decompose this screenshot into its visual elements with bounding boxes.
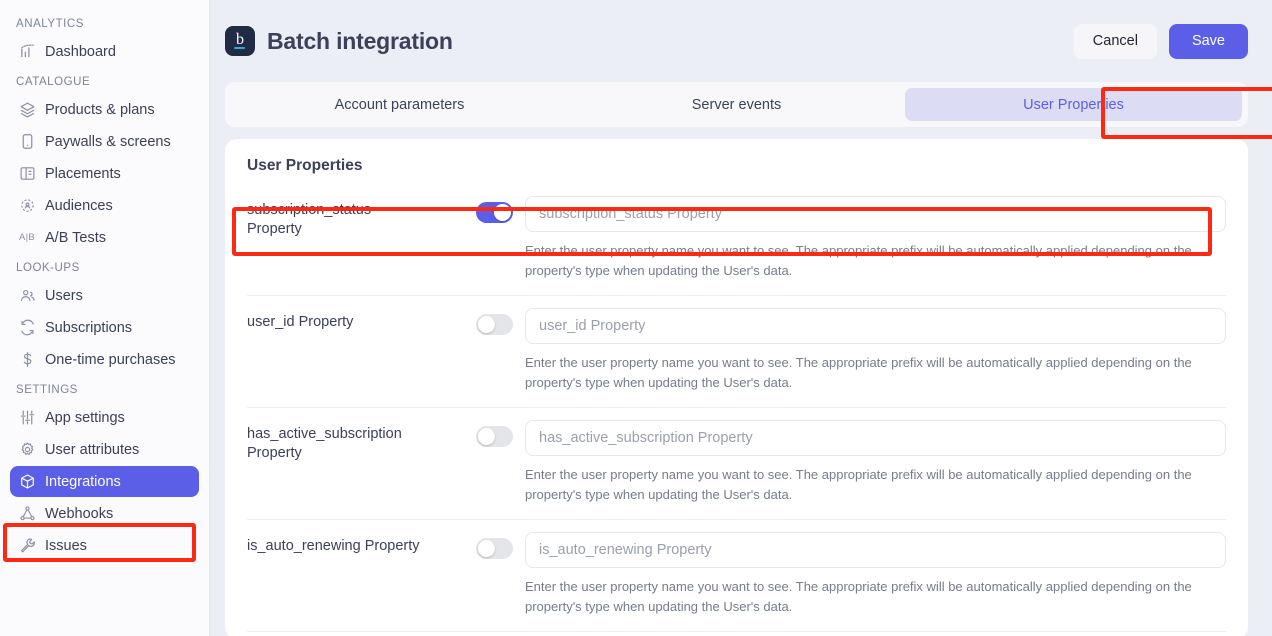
property-row-left: is_auto_renewing Property [247, 532, 525, 559]
property-name-input[interactable] [525, 196, 1226, 232]
property-row-left: subscription_status Property [247, 196, 525, 239]
sidebar-item-label: Placements [45, 165, 121, 182]
property-toggle[interactable] [476, 426, 513, 447]
sidebar-item-label: Issues [45, 537, 87, 554]
sidebar-item-placements[interactable]: Placements [10, 158, 199, 189]
sidebar-item-label: A/B Tests [45, 229, 106, 246]
sidebar-item-label: Webhooks [45, 505, 114, 522]
top-bar-actions: Cancel Save [1073, 23, 1248, 59]
property-toggle[interactable] [476, 314, 513, 335]
save-button[interactable]: Save [1168, 23, 1248, 59]
app-root: ANALYTICS Dashboard CATALOGUE Products &… [0, 0, 1272, 636]
cube-icon [18, 473, 36, 491]
layers-icon [18, 101, 36, 119]
sliders-icon [18, 409, 36, 427]
sidebar-item-products-plans[interactable]: Products & plans [10, 94, 199, 125]
property-label: subscription_status Property [247, 202, 372, 237]
logo-underline [234, 47, 245, 49]
wrench-icon [18, 537, 36, 555]
sidebar-item-subscriptions[interactable]: Subscriptions [10, 312, 199, 343]
sidebar-section-lookups: LOOK-UPS [16, 262, 80, 274]
batch-logo-icon: b [225, 26, 255, 56]
mobile-screen-icon [18, 133, 36, 151]
property-row: subscription_status Property Enter the u… [247, 193, 1226, 295]
users-icon [18, 287, 36, 305]
property-row-left: has_active_subscription Property [247, 420, 525, 463]
brand: b Batch integration [225, 26, 453, 56]
sidebar-item-paywalls-screens[interactable]: Paywalls & screens [10, 126, 199, 157]
sidebar: ANALYTICS Dashboard CATALOGUE Products &… [0, 0, 210, 636]
property-help-text: Enter the user property name you want to… [525, 467, 1192, 502]
sidebar-item-webhooks[interactable]: Webhooks [10, 498, 199, 529]
toggle-knob [478, 540, 495, 557]
property-label: user_id Property [247, 314, 354, 330]
toggle-knob [494, 204, 511, 221]
ab-test-icon: A|B [18, 232, 36, 243]
page-title: Batch integration [267, 27, 453, 54]
toggle-knob [478, 316, 495, 333]
property-row: has_active_subscription Property Enter t… [247, 407, 1226, 519]
property-toggle[interactable] [476, 202, 513, 223]
property-toggle[interactable] [476, 538, 513, 559]
audience-target-icon [18, 197, 36, 215]
sidebar-item-ab-tests[interactable]: A|B A/B Tests [10, 222, 199, 253]
gear-icon [18, 441, 36, 459]
property-row-right: Enter the user property name you want to… [525, 420, 1226, 505]
sidebar-item-label: Users [45, 287, 83, 304]
sidebar-item-label: Dashboard [45, 43, 116, 60]
sidebar-item-label: Audiences [45, 197, 113, 214]
tab-account-parameters[interactable]: Account parameters [231, 88, 568, 121]
property-row: user_id Property Enter the user property… [247, 295, 1226, 407]
sidebar-item-label: App settings [45, 409, 125, 426]
layout-panel-icon [18, 165, 36, 183]
property-help-text: Enter the user property name you want to… [525, 579, 1192, 614]
sidebar-item-label: Paywalls & screens [45, 133, 171, 150]
main-content: b Batch integration Cancel Save Account … [210, 0, 1272, 636]
property-name-input[interactable] [525, 420, 1226, 456]
sidebar-item-issues[interactable]: Issues [10, 530, 199, 561]
logo-letter: b [236, 31, 244, 48]
property-label: has_active_subscription Property [247, 426, 402, 461]
sidebar-item-one-time-purchases[interactable]: One-time purchases [10, 344, 199, 375]
property-row-right: Enter the user property name you want to… [525, 196, 1226, 281]
bar-chart-icon [18, 43, 36, 61]
sidebar-section-analytics: ANALYTICS [16, 18, 85, 30]
sidebar-item-label: Subscriptions [45, 319, 133, 336]
property-row-left: user_id Property [247, 308, 525, 335]
property-row-right: Enter the user property name you want to… [525, 308, 1226, 393]
property-label: is_auto_renewing Property [247, 538, 420, 554]
refresh-cycle-icon [18, 319, 36, 337]
tab-bar: Account parameters Server events User Pr… [225, 82, 1248, 127]
sidebar-section-catalogue: CATALOGUE [16, 76, 91, 88]
cancel-button[interactable]: Cancel [1073, 23, 1157, 59]
top-bar: b Batch integration Cancel Save [210, 0, 1272, 82]
tab-server-events[interactable]: Server events [568, 88, 905, 121]
property-row-right: Enter the user property name you want to… [525, 532, 1226, 617]
sidebar-item-user-attributes[interactable]: User attributes [10, 434, 199, 465]
panel-title: User Properties [247, 157, 363, 174]
toggle-knob [478, 428, 495, 445]
property-help-text: Enter the user property name you want to… [525, 243, 1192, 278]
property-row: is_in_billing_retry Property Enter the u… [247, 631, 1226, 636]
sidebar-item-label: One-time purchases [45, 351, 176, 368]
user-properties-card: User Properties subscription_status Prop… [225, 139, 1248, 636]
sidebar-item-users[interactable]: Users [10, 280, 199, 311]
sidebar-item-app-settings[interactable]: App settings [10, 402, 199, 433]
sidebar-item-label: User attributes [45, 441, 140, 458]
sidebar-item-audiences[interactable]: Audiences [10, 190, 199, 221]
sidebar-item-dashboard[interactable]: Dashboard [10, 36, 199, 67]
property-name-input[interactable] [525, 308, 1226, 344]
webhook-icon [18, 505, 36, 523]
tab-user-properties[interactable]: User Properties [905, 88, 1242, 121]
property-name-input[interactable] [525, 532, 1226, 568]
sidebar-item-label: Integrations [45, 473, 121, 490]
property-row: is_auto_renewing Property Enter the user… [247, 519, 1226, 631]
sidebar-item-label: Products & plans [45, 101, 155, 118]
dollar-icon [18, 351, 36, 369]
property-help-text: Enter the user property name you want to… [525, 355, 1192, 390]
sidebar-section-settings: SETTINGS [16, 384, 78, 396]
sidebar-item-integrations[interactable]: Integrations [10, 466, 199, 497]
